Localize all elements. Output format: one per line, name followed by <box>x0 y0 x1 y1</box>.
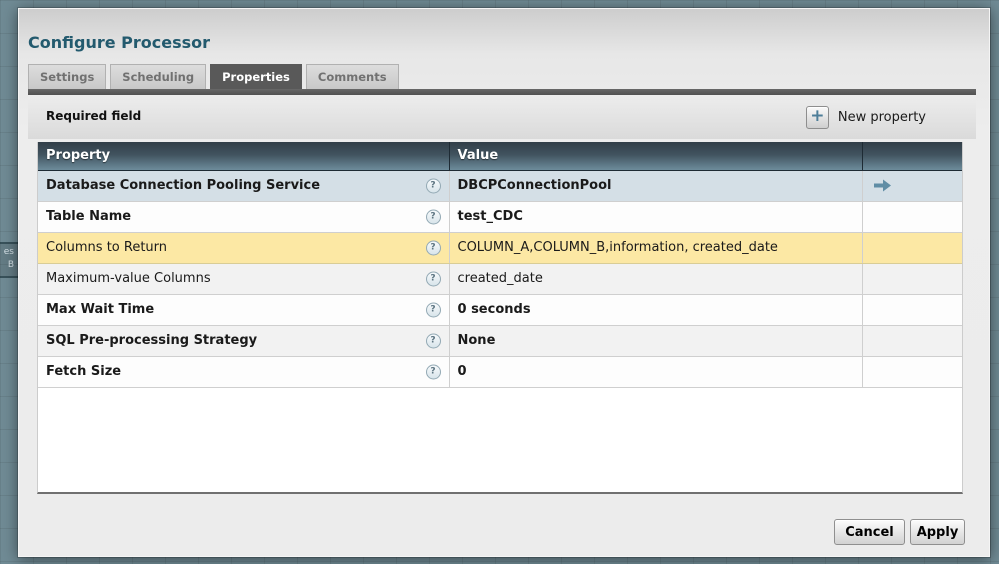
tab-comments[interactable]: Comments <box>306 64 399 89</box>
property-value-cell[interactable]: 0 seconds <box>449 294 862 325</box>
new-property-label: New property <box>838 110 926 125</box>
tab-bar: Settings Scheduling Properties Comments <box>28 64 399 89</box>
property-name: Max Wait Time <box>46 302 154 317</box>
new-property-group: + New property <box>806 95 926 139</box>
table-row: Fetch Size ? 0 <box>38 356 962 387</box>
plus-icon: + <box>810 108 824 125</box>
property-value-cell[interactable]: 0 <box>449 356 862 387</box>
configure-processor-dialog: Configure Processor Settings Scheduling … <box>18 8 990 557</box>
property-name-cell: Database Connection Pooling Service ? <box>38 170 449 201</box>
property-actions-cell <box>862 201 962 232</box>
table-row: SQL Pre-processing Strategy ? None <box>38 325 962 356</box>
property-name-cell: Fetch Size ? <box>38 356 449 387</box>
property-value-cell[interactable]: test_CDC <box>449 201 862 232</box>
apply-button[interactable]: Apply <box>910 519 965 545</box>
property-name-cell: Table Name ? <box>38 201 449 232</box>
question-mark-icon[interactable]: ? <box>426 178 441 193</box>
question-mark-icon[interactable]: ? <box>426 364 441 379</box>
canvas-text-fragment: B <box>0 259 14 272</box>
cancel-button[interactable]: Cancel <box>834 519 905 545</box>
dialog-title: Configure Processor <box>28 33 210 52</box>
question-mark-icon[interactable]: ? <box>426 333 441 348</box>
property-name: SQL Pre-processing Strategy <box>46 333 257 348</box>
tab-properties[interactable]: Properties <box>210 64 302 89</box>
question-mark-icon[interactable]: ? <box>426 271 441 286</box>
property-name: Maximum-value Columns <box>46 271 211 286</box>
property-name: Fetch Size <box>46 364 121 379</box>
property-value-cell[interactable]: None <box>449 325 862 356</box>
table-row: Columns to Return ? COLUMN_A,COLUMN_B,in… <box>38 232 962 263</box>
property-value-cell[interactable]: created_date <box>449 263 862 294</box>
table-row: Database Connection Pooling Service ? DB… <box>38 170 962 201</box>
property-value: 0 <box>458 364 467 379</box>
property-actions-cell <box>862 294 962 325</box>
new-property-button[interactable]: + <box>806 106 829 129</box>
table-row: Maximum-value Columns ? created_date <box>38 263 962 294</box>
property-name: Database Connection Pooling Service <box>46 178 320 193</box>
property-value: None <box>458 333 496 348</box>
column-header-value: Value <box>449 142 862 170</box>
question-mark-icon[interactable]: ? <box>426 302 441 317</box>
property-actions-cell <box>862 356 962 387</box>
table-row: Max Wait Time ? 0 seconds <box>38 294 962 325</box>
property-actions-cell <box>862 325 962 356</box>
property-value: 0 seconds <box>458 302 531 317</box>
background-processor-fragment: es B <box>0 242 18 278</box>
property-value: COLUMN_A,COLUMN_B,information, created_d… <box>458 240 778 255</box>
column-header-actions <box>862 142 962 170</box>
tab-scheduling[interactable]: Scheduling <box>110 64 206 89</box>
property-name-cell: Columns to Return ? <box>38 232 449 263</box>
property-value-cell[interactable]: DBCPConnectionPool <box>449 170 862 201</box>
question-mark-icon[interactable]: ? <box>426 240 441 255</box>
property-name: Table Name <box>46 209 131 224</box>
property-value: test_CDC <box>458 209 523 224</box>
property-value-cell[interactable]: COLUMN_A,COLUMN_B,information, created_d… <box>449 232 862 263</box>
property-value: DBCPConnectionPool <box>458 178 612 193</box>
properties-header-band: Required field + New property <box>28 95 976 139</box>
property-name-cell: Max Wait Time ? <box>38 294 449 325</box>
property-name-cell: SQL Pre-processing Strategy ? <box>38 325 449 356</box>
column-header-property: Property <box>38 142 449 170</box>
table-header-row: Property Value <box>38 142 962 170</box>
table-row: Table Name ? test_CDC <box>38 201 962 232</box>
tab-settings[interactable]: Settings <box>28 64 106 89</box>
property-name-cell: Maximum-value Columns ? <box>38 263 449 294</box>
properties-table: Property Value Database Connection Pooli… <box>38 142 962 388</box>
property-value: created_date <box>458 271 543 286</box>
question-mark-icon[interactable]: ? <box>426 209 441 224</box>
property-actions-cell <box>862 263 962 294</box>
required-field-label: Required field <box>46 109 141 123</box>
property-name: Columns to Return <box>46 240 167 255</box>
canvas-text-fragment: es <box>0 246 14 259</box>
property-actions-cell <box>862 170 962 201</box>
arrow-right-icon[interactable] <box>873 179 892 196</box>
property-actions-cell <box>862 232 962 263</box>
properties-table-pane: Property Value Database Connection Pooli… <box>37 142 963 494</box>
